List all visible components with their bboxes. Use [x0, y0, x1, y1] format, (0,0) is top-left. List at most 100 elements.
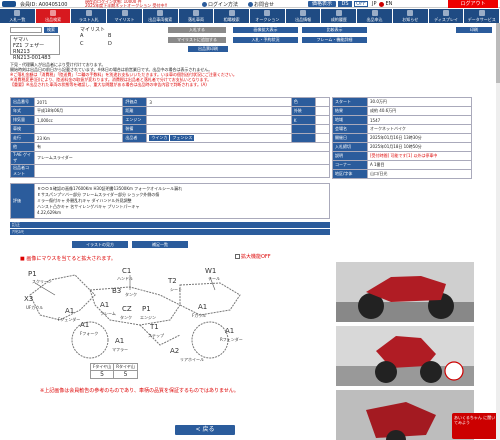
- evaluation-label: 評価: [10, 183, 35, 219]
- nav-item[interactable]: マイリスト: [107, 9, 143, 23]
- auction-info-value: 1547: [367, 115, 472, 125]
- detail-row-special: T-AE ゲイザ フレームスライダー: [10, 151, 330, 165]
- bid-button[interactable]: 入札する: [168, 27, 226, 33]
- auction-info-label: 説明: [332, 151, 368, 161]
- detail-row: 出品番号 2071 評価点 3 色: [10, 97, 331, 107]
- diagram-code: A1: [100, 301, 110, 309]
- diagram-code: A1: [65, 307, 75, 315]
- auction-info-row: 会場名 オークネットバイク: [332, 124, 472, 134]
- detail-label: 装備: [122, 124, 148, 134]
- contact-label: お問合せ: [254, 2, 275, 8]
- contact-link[interactable]: お問合せ: [248, 1, 274, 8]
- bid-status-button[interactable]: 入札・予約状況: [233, 37, 298, 43]
- detail-value: [314, 97, 331, 107]
- nav-icon: [371, 10, 378, 16]
- auction-info-label: 結果: [332, 106, 368, 116]
- price-display-button[interactable]: 価格表示: [308, 1, 336, 7]
- diagram-label: シート: [170, 287, 182, 292]
- language-toggle[interactable]: JP EN: [372, 1, 392, 7]
- nav-item[interactable]: 出品申込: [357, 9, 393, 23]
- memo-value: 有: [34, 142, 330, 152]
- nav-icon: [192, 10, 199, 16]
- ds-button[interactable]: DS: [338, 1, 352, 7]
- diagram-code: X3: [24, 295, 34, 303]
- image-enlarge-button[interactable]: 画像拡大表示: [233, 27, 298, 33]
- nav-item[interactable]: オークション: [250, 9, 286, 23]
- enlarge-checkbox[interactable]: [235, 254, 240, 259]
- nav-label: マイリスト: [114, 17, 135, 22]
- nav-icon: [335, 10, 342, 16]
- detail-value: [146, 124, 292, 134]
- detail-row: 走行 23 Km 出品者 ウインカ フェンシス: [10, 133, 331, 143]
- frame-detail-button[interactable]: フレーム・機能詳細: [302, 37, 367, 43]
- motorcycle-photo-side[interactable]: [336, 262, 474, 322]
- mylist-option-b[interactable]: B: [108, 33, 136, 39]
- detail-label: [290, 133, 316, 143]
- lang-jp[interactable]: JP: [372, 1, 377, 7]
- auction-info-value: 2025年01月18日 10時50分: [367, 142, 472, 152]
- mylist-label: マイリスト: [80, 27, 106, 33]
- header-notice: 現在のログイン状態: 10000 件 2025年度下半期ネットオークション 受付…: [85, 0, 168, 8]
- nav-item[interactable]: お知らせ: [392, 9, 429, 23]
- nav-item[interactable]: 入札一覧: [0, 9, 36, 23]
- detail-row: 排気量 1,000cc エンジン K: [10, 115, 331, 125]
- detail-label: [290, 124, 316, 134]
- scrollbar-thumb[interactable]: [496, 23, 500, 83]
- nav-item[interactable]: 出品情報: [285, 9, 322, 23]
- search-button[interactable]: 検索: [44, 27, 58, 33]
- print-sheet-button[interactable]: 出品票印刷: [188, 46, 228, 52]
- detail-value: [146, 115, 292, 125]
- detail-label: 評価点: [122, 97, 148, 107]
- damage-diagram: P1 スクリーン X3 UFカウル A1 Fフェンダー A1 Fフォーク C1 …: [20, 265, 250, 390]
- nav-item[interactable]: 相場検索: [214, 9, 251, 23]
- nav-item[interactable]: 落札車両: [178, 9, 215, 23]
- diagram-code: P1: [28, 270, 37, 278]
- login-help-link[interactable]: ログイン方法: [202, 1, 238, 8]
- rear-tire-value: 5: [113, 370, 138, 379]
- evaluation-line: 4.22,629km: [37, 210, 62, 215]
- mail-icon: [248, 2, 253, 7]
- site-logo[interactable]: [2, 1, 16, 7]
- nav-item[interactable]: ディスプレイ: [428, 9, 465, 23]
- page-scrollbar[interactable]: [496, 23, 500, 440]
- diagram-label: UFカウル: [26, 305, 44, 310]
- tab-illustration-guide[interactable]: イラストの見方: [72, 241, 128, 248]
- enlarge-toggle[interactable]: 拡大機能OFF: [235, 253, 271, 260]
- nav-label: オークション: [255, 17, 280, 22]
- tire-table: Fタイヤ山 Rタイヤ山 5 5: [89, 363, 138, 379]
- print-button[interactable]: 印刷: [456, 27, 492, 33]
- mylist-option-d[interactable]: D: [108, 41, 136, 47]
- nav-label: 成約履歴: [330, 17, 347, 22]
- search-input[interactable]: [10, 27, 42, 33]
- compare-button[interactable]: 比較表示: [302, 27, 367, 33]
- detail-value: [314, 115, 331, 125]
- detail-row: 車検 装備: [10, 124, 331, 134]
- nav-item[interactable]: 出品検索: [35, 9, 72, 23]
- mylist-option-c[interactable]: C: [80, 41, 108, 47]
- auction-info-table: スタート 30.0万円 結果 成約 40.6万円 地域 1547 会場名 オークネットバイク開…: [332, 97, 472, 179]
- back-button[interactable]: < 戻る: [175, 425, 235, 435]
- detail-value: 平成18年06月: [33, 106, 124, 116]
- detail-label: 出品番号: [10, 97, 35, 107]
- nav-label: 落札車両: [187, 17, 204, 22]
- nav-item[interactable]: 成約履歴: [321, 9, 358, 23]
- nav-item[interactable]: データサービス: [464, 9, 500, 23]
- diagram-code: T1: [150, 323, 159, 331]
- lang-en[interactable]: EN: [386, 1, 393, 7]
- member-id: 会員ID: A00405100: [20, 2, 68, 8]
- lang-switch-icon: [378, 1, 384, 7]
- off-button[interactable]: OFF: [354, 1, 368, 7]
- tab-supplement[interactable]: 補足一覧: [132, 241, 188, 248]
- motorcycle-photo-front[interactable]: [336, 326, 474, 386]
- add-mylist-button[interactable]: マイリストに追加する: [168, 37, 226, 43]
- detail-row-comment: 出品者コメント: [10, 164, 330, 178]
- mylist-option-a[interactable]: A: [80, 33, 108, 39]
- nav-item[interactable]: 出品車両検索: [142, 9, 179, 23]
- nav-label: 出品車両検索: [148, 17, 173, 22]
- logout-button[interactable]: ログアウト: [448, 0, 498, 8]
- diagram-code: A1: [225, 327, 235, 335]
- diagram-label: タンク: [120, 315, 132, 320]
- detail-label: 車検: [10, 124, 35, 134]
- assistant-mascot[interactable]: あいくるちゃん に聞いてみよう: [452, 413, 498, 439]
- nav-item[interactable]: ラスト入札: [71, 9, 108, 23]
